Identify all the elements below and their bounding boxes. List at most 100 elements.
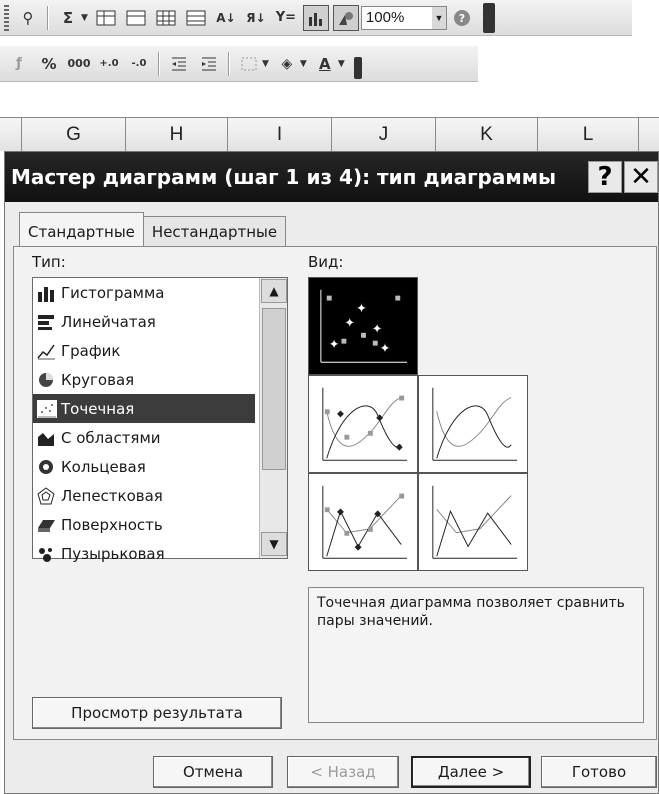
chevron-down-icon[interactable]: ▼: [431, 6, 446, 29]
column-header[interactable]: H: [126, 118, 228, 151]
font-color-dropdown-icon[interactable]: ▼: [338, 59, 345, 69]
increase-indent-icon[interactable]: [196, 51, 222, 77]
next-button[interactable]: Далее >: [411, 756, 531, 788]
borders-icon[interactable]: [236, 51, 262, 77]
chart-type-label: Круговая: [61, 370, 135, 389]
zoom-select[interactable]: 100% ▼: [360, 5, 447, 30]
toolbar-options-icon[interactable]: [353, 56, 362, 79]
column-header[interactable]: G: [22, 118, 126, 151]
decrease-decimal-icon[interactable]: -.0: [126, 51, 152, 77]
column-header-f[interactable]: [0, 118, 22, 151]
area-chart-icon: [38, 432, 54, 446]
preview-button[interactable]: Просмотр результата: [32, 697, 282, 729]
thousands-separator-button[interactable]: 000: [66, 51, 92, 77]
zoom-value: 100%: [365, 9, 405, 26]
column-header[interactable]: L: [538, 118, 639, 151]
tab-strip: Стандартные Нестандартные: [19, 212, 287, 246]
list-icon[interactable]: [183, 5, 209, 31]
help-icon[interactable]: ?: [449, 5, 475, 31]
list-item[interactable]: Кольцевая: [33, 452, 255, 481]
borders-dropdown-icon[interactable]: ▼: [262, 59, 269, 69]
list-scrollbar[interactable]: ▲ ▼: [259, 278, 287, 558]
autosum-icon[interactable]: Σ: [55, 5, 81, 31]
list-item[interactable]: Пузырьковая: [33, 539, 255, 568]
chart-type-label: Лепестковая: [61, 486, 163, 505]
standard-toolbar: ⚲ Σ ▼ A↓ Я↓ Y= 100% ▼ ?: [0, 0, 632, 36]
dialog-titlebar[interactable]: Мастер диаграмм (шаг 1 из 4): тип диагра…: [5, 152, 658, 202]
bar-chart-icon: [38, 314, 54, 330]
drawing-icon[interactable]: [332, 4, 359, 31]
subtype-straight-lines[interactable]: [418, 473, 528, 571]
svg-text:✦: ✦: [329, 338, 340, 353]
toolbar-options-icon[interactable]: [482, 2, 495, 33]
chart-type-list[interactable]: Гистограмма Линейчатая График Круговая Т…: [32, 277, 288, 563]
subtype-scatter-markers[interactable]: ✦ ✦ ✦ ✦ ✦: [308, 277, 418, 375]
column-header[interactable]: K: [436, 118, 538, 151]
autosum-dropdown-icon[interactable]: ▼: [81, 13, 88, 23]
help-button[interactable]: ?: [588, 161, 622, 193]
chart-type-label: Кольцевая: [61, 457, 146, 476]
scroll-thumb[interactable]: [262, 308, 286, 470]
view-label: Вид:: [308, 253, 344, 271]
finish-button[interactable]: Готово: [541, 756, 657, 788]
filter-icon[interactable]: Y=: [273, 5, 299, 31]
toolbar-grip[interactable]: [4, 4, 9, 31]
column-chart-icon: [38, 286, 54, 302]
chart-type-label: Пузырьковая: [61, 544, 165, 563]
list-item[interactable]: Лепестковая: [33, 481, 255, 510]
column-header-row: G H I J K L: [0, 117, 659, 151]
hyperlink-icon[interactable]: ⚲: [15, 5, 41, 31]
tab-custom[interactable]: Нестандартные: [142, 216, 287, 246]
chart-wizard-dialog: Мастер диаграмм (шаг 1 из 4): тип диагра…: [4, 151, 659, 794]
fill-color-dropdown-icon[interactable]: ▼: [300, 59, 307, 69]
chart-type-label: График: [61, 341, 121, 360]
decrease-indent-icon[interactable]: [166, 51, 192, 77]
chart-wizard-icon[interactable]: [302, 4, 329, 31]
list-item-selected[interactable]: Точечная: [33, 394, 255, 423]
chart-type-label: Гистограмма: [61, 283, 165, 302]
cancel-button[interactable]: Отмена: [153, 756, 273, 788]
column-header-m[interactable]: [639, 118, 659, 151]
svg-text:✦: ✦: [356, 301, 367, 316]
insert-function-icon[interactable]: [93, 5, 119, 31]
list-item[interactable]: Круговая: [33, 365, 255, 394]
svg-text:?: ?: [459, 12, 465, 25]
scroll-down-icon[interactable]: ▼: [261, 532, 287, 556]
pie-chart-icon: [39, 372, 53, 387]
radar-chart-icon: [37, 486, 55, 504]
increase-decimal-icon[interactable]: +.0: [96, 51, 122, 77]
chart-subtype-grid: ✦ ✦ ✦ ✦ ✦: [308, 277, 532, 571]
chart-type-label: С областями: [61, 428, 161, 447]
fill-color-icon[interactable]: ◈: [274, 51, 300, 77]
toolbar-separator: [158, 51, 160, 76]
bubble-chart-icon: [39, 547, 52, 562]
grid-icon[interactable]: [153, 5, 179, 31]
formatting-toolbar: ƒ % 000 +.0 -.0 ▼ ◈ ▼ A ▼: [0, 46, 478, 82]
scroll-up-icon[interactable]: ▲: [261, 279, 287, 303]
subtype-smooth-lines[interactable]: [418, 375, 528, 473]
back-button[interactable]: < Назад: [287, 756, 399, 788]
list-item[interactable]: Гистограмма: [33, 278, 255, 307]
list-item[interactable]: С областями: [33, 423, 255, 452]
percent-style-button[interactable]: %: [36, 51, 62, 77]
type-label: Тип:: [32, 253, 66, 271]
svg-text:✦: ✦: [344, 316, 355, 331]
dialog-title: Мастер диаграмм (шаг 1 из 4): тип диагра…: [11, 165, 557, 189]
tab-standard[interactable]: Стандартные: [19, 212, 144, 246]
sort-descending-icon[interactable]: Я↓: [243, 5, 269, 31]
sort-ascending-icon[interactable]: A↓: [213, 5, 239, 31]
toolbar-separator: [228, 51, 230, 76]
close-button[interactable]: ✕: [624, 161, 658, 193]
subtype-smooth-markers[interactable]: [308, 375, 418, 473]
euro-icon[interactable]: ƒ: [6, 51, 32, 77]
chart-type-label: Поверхность: [61, 515, 163, 534]
font-color-icon[interactable]: A: [312, 51, 338, 77]
chart-type-label: Линейчатая: [61, 312, 156, 331]
list-item[interactable]: График: [33, 336, 255, 365]
list-item[interactable]: Линейчатая: [33, 307, 255, 336]
column-header[interactable]: J: [332, 118, 436, 151]
subtype-straight-markers[interactable]: [308, 473, 418, 571]
list-item[interactable]: Поверхность: [33, 510, 255, 539]
table-icon[interactable]: [123, 5, 149, 31]
column-header[interactable]: I: [228, 118, 332, 151]
